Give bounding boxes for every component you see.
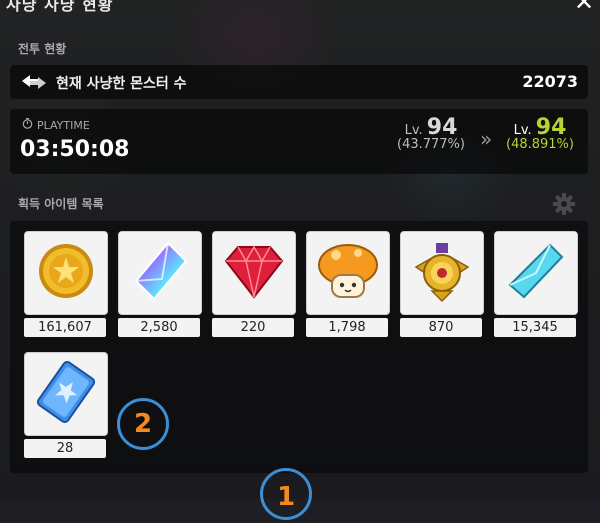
rainbow-crystal-icon — [128, 239, 192, 307]
battle-section-label: 전투 현황 — [18, 42, 67, 56]
window-title: 사냥 사냥 현황 — [6, 0, 114, 14]
item-count: 2,580 — [118, 318, 200, 337]
item-count: 220 — [212, 318, 294, 337]
level-before-prefix: Lv. — [404, 123, 423, 138]
title-bar: 사냥 사냥 현황 ✕ — [0, 0, 600, 24]
item-slot[interactable]: 870 — [400, 231, 484, 337]
level-before-percent: (43.777%) — [397, 137, 465, 152]
item-icon-frame[interactable] — [494, 231, 578, 315]
level-before: Lv. 94 (43.777%) — [386, 115, 476, 152]
close-button[interactable]: ✕ — [574, 0, 594, 16]
orange-mushroom-icon — [316, 241, 380, 305]
blue-crystal-icon — [506, 241, 566, 305]
item-count: 1,798 — [306, 318, 388, 337]
items-section-label: 획득 아이템 목록 — [18, 197, 104, 211]
item-count: 15,345 — [494, 318, 576, 337]
gold-medal-icon — [410, 239, 474, 307]
level-after: Lv. 94 (48.891%) — [500, 115, 580, 152]
clock-icon — [22, 118, 33, 132]
item-count: 28 — [24, 439, 106, 458]
item-count: 161,607 — [24, 318, 106, 337]
item-icon-frame[interactable] — [24, 231, 108, 315]
level-progress-arrow: » — [480, 127, 493, 151]
item-icon-frame[interactable] — [24, 352, 108, 436]
item-icon-frame[interactable] — [118, 231, 202, 315]
monster-count-label: 현재 사냥한 몬스터 수 — [56, 76, 187, 92]
item-slot[interactable]: 15,345 — [494, 231, 578, 337]
acquired-items-grid: 161,607 2,580 220 1,798 870 15,345 28 — [10, 221, 588, 473]
playtime-label: PLAYTIME — [37, 118, 90, 132]
hunting-status-panel: 사냥 사냥 현황 ✕ 전투 현황 현재 사냥한 몬스터 수 22073 PLAY… — [0, 0, 600, 520]
level-after-percent: (48.891%) — [506, 137, 574, 152]
item-count: 870 — [400, 318, 482, 337]
playtime-label-group: PLAYTIME — [22, 118, 90, 132]
item-slot[interactable]: 161,607 — [24, 231, 108, 337]
level-after-prefix: Lv. — [513, 123, 532, 138]
playtime-row: PLAYTIME 03:50:08 Lv. 94 (43.777%) » Lv.… — [10, 109, 588, 174]
marker-badge-2: 2 — [117, 398, 169, 450]
item-icon-frame[interactable] — [212, 231, 296, 315]
monster-count-value: 22073 — [522, 72, 578, 91]
swap-arrows-icon — [20, 73, 48, 95]
item-slot[interactable]: 1,798 — [306, 231, 390, 337]
monster-count-row: 현재 사냥한 몬스터 수 22073 — [10, 65, 588, 99]
gold-coin-icon — [36, 241, 96, 305]
playtime-value: 03:50:08 — [20, 137, 130, 162]
item-slot[interactable]: 28 — [24, 352, 108, 458]
item-slot[interactable]: 2,580 — [118, 231, 202, 337]
gear-icon[interactable] — [552, 192, 576, 220]
item-slot[interactable]: 220 — [212, 231, 296, 337]
blue-ticket-icon — [34, 360, 98, 428]
red-gem-icon — [224, 243, 284, 303]
marker-badge-1: 1 — [260, 468, 312, 520]
item-icon-frame[interactable] — [306, 231, 390, 315]
item-icon-frame[interactable] — [400, 231, 484, 315]
